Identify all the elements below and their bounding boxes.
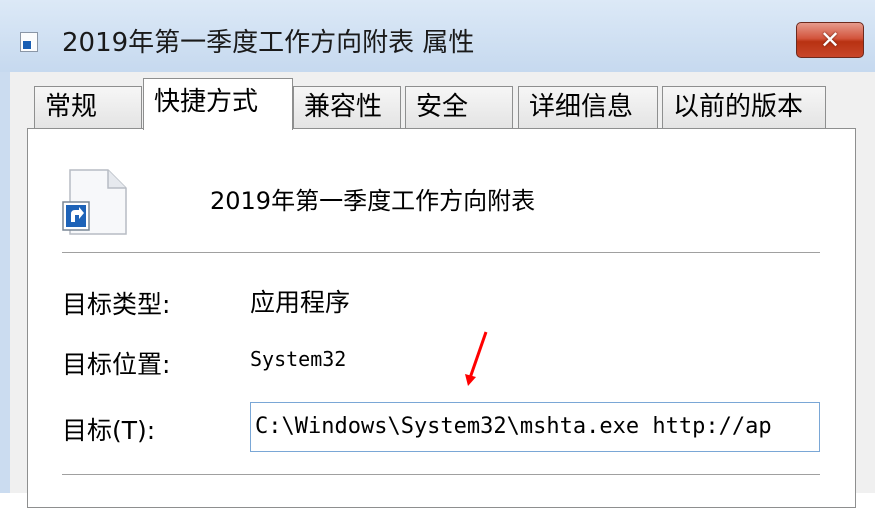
tab-label: 详细信息 bbox=[529, 92, 634, 122]
tab-details[interactable]: 详细信息 bbox=[518, 86, 658, 128]
target-label: 目标(T): bbox=[62, 416, 156, 445]
shortcut-file-icon bbox=[20, 32, 38, 52]
tab-label: 常规 bbox=[45, 92, 98, 122]
tab-shortcut[interactable]: 快捷方式 bbox=[143, 78, 293, 130]
annotation-arrow-icon bbox=[465, 331, 488, 386]
properties-window: 2019年第一季度工作方向附表 属性 ✕ 常规 快捷方式 兼容性 安全 详细信息… bbox=[0, 0, 875, 508]
target-type-value: 应用程序 bbox=[250, 288, 351, 317]
tab-general[interactable]: 常规 bbox=[34, 86, 142, 128]
close-icon: ✕ bbox=[819, 26, 841, 54]
separator bbox=[62, 474, 820, 475]
title-bar[interactable]: 2019年第一季度工作方向附表 属性 ✕ bbox=[0, 0, 875, 72]
tab-label: 快捷方式 bbox=[154, 87, 259, 117]
window-title: 2019年第一季度工作方向附表 属性 bbox=[62, 28, 475, 58]
tab-security[interactable]: 安全 bbox=[405, 86, 513, 128]
shortcut-file-name: 2019年第一季度工作方向附表 bbox=[210, 187, 536, 215]
tab-label: 安全 bbox=[416, 92, 469, 122]
tab-label: 以前的版本 bbox=[673, 92, 804, 122]
close-button[interactable]: ✕ bbox=[796, 22, 864, 58]
separator bbox=[62, 252, 820, 253]
tab-compatibility[interactable]: 兼容性 bbox=[293, 86, 401, 128]
target-type-label: 目标类型: bbox=[62, 290, 171, 319]
tab-previous-versions[interactable]: 以前的版本 bbox=[662, 86, 826, 128]
tab-label: 兼容性 bbox=[304, 92, 383, 122]
target-location-label: 目标位置: bbox=[62, 350, 171, 379]
target-input[interactable]: C:\Windows\System32\mshta.exe http://ap bbox=[250, 402, 820, 452]
target-location-value: System32 bbox=[250, 347, 347, 371]
shortcut-file-icon bbox=[62, 169, 127, 235]
